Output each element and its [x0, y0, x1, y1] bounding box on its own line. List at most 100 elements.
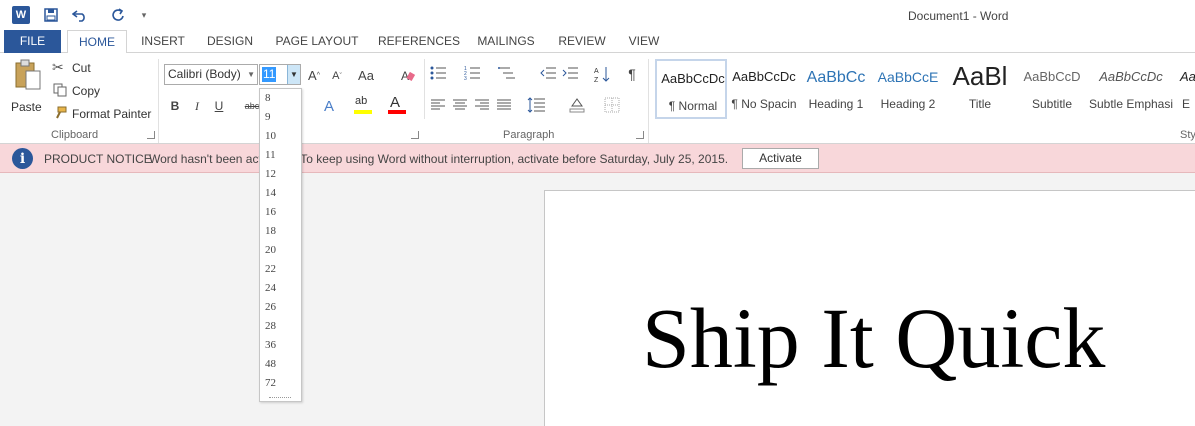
svg-text:A: A — [594, 68, 599, 75]
numbering-icon[interactable]: 123 — [464, 65, 482, 84]
bold-button[interactable]: B — [167, 97, 183, 115]
align-right-icon[interactable] — [475, 98, 489, 115]
font-size-option[interactable]: 36 — [265, 339, 276, 351]
font-size-combobox[interactable]: 11 ▼ — [259, 64, 301, 85]
tab-design[interactable]: DESIGN — [204, 30, 256, 53]
highlight-swatch — [354, 110, 372, 114]
font-size-option[interactable]: 24 — [265, 282, 276, 294]
cut-button[interactable]: ✂ Cut — [52, 59, 112, 77]
font-size-option[interactable]: 10 — [265, 130, 276, 142]
tab-home[interactable]: HOME — [67, 30, 127, 54]
style-sample: AaBbCcE — [877, 69, 939, 85]
svg-text:Z: Z — [594, 77, 599, 83]
paragraph-group-label: Paragraph — [503, 129, 555, 141]
tab-references[interactable]: REFERENCES — [378, 30, 460, 53]
tab-page-layout[interactable]: PAGE LAYOUT — [273, 30, 361, 53]
multilevel-list-icon[interactable] — [498, 65, 516, 84]
style-emphasis[interactable]: AaBbC E — [1174, 59, 1195, 119]
font-size-option[interactable]: 48 — [265, 358, 276, 370]
style-sample: AaBbCcD — [1023, 69, 1081, 84]
style-name: E — [1182, 97, 1191, 111]
font-name-combobox[interactable]: Calibri (Body) ▼ — [164, 64, 258, 85]
style-heading-2[interactable]: AaBbCcE Heading 2 — [872, 59, 944, 119]
save-icon[interactable] — [42, 5, 60, 25]
style-heading-1[interactable]: AaBbCc Heading 1 — [800, 59, 872, 119]
tab-review[interactable]: REVIEW — [556, 30, 608, 53]
style-subtle-emphasis[interactable]: AaBbCcDc Subtle Emphasi — [1088, 59, 1174, 119]
style-sample: AaBbCcDc — [732, 69, 796, 84]
increase-indent-icon[interactable] — [562, 65, 578, 84]
customize-qat-icon[interactable]: ▾ — [138, 5, 150, 25]
strikethrough-button[interactable]: abc — [244, 97, 260, 115]
font-launcher-icon[interactable] — [411, 131, 419, 139]
borders-icon[interactable] — [604, 97, 620, 116]
clipboard-launcher-icon[interactable] — [147, 131, 155, 139]
tab-view[interactable]: VIEW — [624, 30, 664, 53]
style-sample: AaBbCcDc — [661, 71, 725, 86]
font-size-option[interactable]: 9 — [265, 111, 271, 123]
grow-font-icon[interactable]: A ^ — [306, 66, 322, 84]
justify-icon[interactable] — [497, 98, 511, 115]
text-effects-icon[interactable]: A — [320, 96, 338, 116]
font-size-option[interactable]: 72 — [265, 377, 276, 389]
style-name: Subtitle — [1031, 97, 1073, 111]
decrease-indent-icon[interactable] — [540, 65, 556, 84]
style-sample: AaBl — [952, 61, 1008, 91]
align-center-icon[interactable] — [453, 98, 467, 115]
title-bar: W ▾ Document1 - Word — [0, 0, 1195, 30]
pilcrow-icon[interactable]: ¶ — [624, 65, 640, 83]
font-size-option[interactable]: 16 — [265, 206, 276, 218]
window-title: Document1 - Word — [908, 9, 1009, 23]
style-title[interactable]: AaBl Title — [944, 59, 1016, 119]
font-size-option[interactable]: 12 — [265, 168, 276, 180]
paste-icon — [15, 59, 41, 90]
underline-button[interactable]: U — [211, 97, 227, 115]
document-page[interactable]: Ship It Quick — [544, 190, 1195, 426]
font-size-option[interactable]: 28 — [265, 320, 276, 332]
product-notice-bar: i PRODUCT NOTICE Word hasn't been activa… — [0, 144, 1195, 173]
word-logo-icon[interactable]: W — [12, 6, 30, 24]
style-name: Heading 1 — [808, 97, 864, 111]
tab-mailings[interactable]: MAILINGS — [473, 30, 539, 53]
font-size-option[interactable]: 20 — [265, 244, 276, 256]
font-size-option[interactable]: 11 — [265, 149, 276, 161]
font-name-value: Calibri (Body) — [168, 67, 241, 81]
align-left-icon[interactable] — [431, 98, 445, 115]
font-size-option[interactable]: 8 — [265, 92, 271, 104]
ribbon: Paste ✂ Cut Copy Format Painter Clipboar… — [0, 53, 1195, 144]
paragraph-launcher-icon[interactable] — [636, 131, 644, 139]
tab-file[interactable]: FILE — [4, 30, 61, 53]
paste-button[interactable]: Paste — [8, 59, 44, 114]
bullets-icon[interactable] — [430, 65, 448, 84]
style-subtitle[interactable]: AaBbCcD Subtitle — [1016, 59, 1088, 119]
copy-button[interactable]: Copy — [52, 82, 112, 100]
document-text[interactable]: Ship It Quick — [642, 295, 1105, 381]
copy-label: Copy — [72, 84, 101, 98]
clear-formatting-icon[interactable]: A — [398, 66, 418, 84]
style-sample: AaBbC — [1180, 69, 1195, 84]
svg-text:3: 3 — [464, 76, 467, 81]
activate-button[interactable]: Activate — [742, 148, 819, 169]
style-no-spacing[interactable]: AaBbCcDc ¶ No Spacin — [728, 59, 800, 119]
sort-icon[interactable]: AZ — [594, 65, 610, 86]
italic-button[interactable]: I — [189, 97, 205, 115]
redo-icon[interactable] — [108, 5, 128, 25]
chevron-down-icon[interactable]: ▼ — [287, 65, 300, 84]
clipboard-group-label: Clipboard — [51, 129, 99, 141]
font-size-option[interactable]: 26 — [265, 301, 276, 313]
shading-icon[interactable] — [568, 96, 586, 117]
font-size-option[interactable]: 14 — [265, 187, 276, 199]
tab-insert[interactable]: INSERT — [138, 30, 188, 53]
highlight-color-button[interactable]: ab — [352, 95, 374, 117]
format-painter-button[interactable]: Format Painter — [52, 105, 152, 123]
style-name: Subtle Emphasi — [1088, 97, 1174, 111]
undo-icon[interactable] — [70, 5, 90, 25]
font-size-option[interactable]: 18 — [265, 225, 276, 237]
style-normal[interactable]: AaBbCcDc ¶ Normal — [655, 59, 727, 119]
shrink-font-icon[interactable]: Aˇ — [329, 67, 345, 85]
line-spacing-icon[interactable] — [527, 97, 545, 116]
font-color-button[interactable]: A — [386, 94, 408, 117]
change-case-icon[interactable]: Aa — [356, 66, 376, 84]
font-size-option[interactable]: 22 — [265, 263, 276, 275]
resize-grip-icon[interactable] — [269, 397, 291, 398]
